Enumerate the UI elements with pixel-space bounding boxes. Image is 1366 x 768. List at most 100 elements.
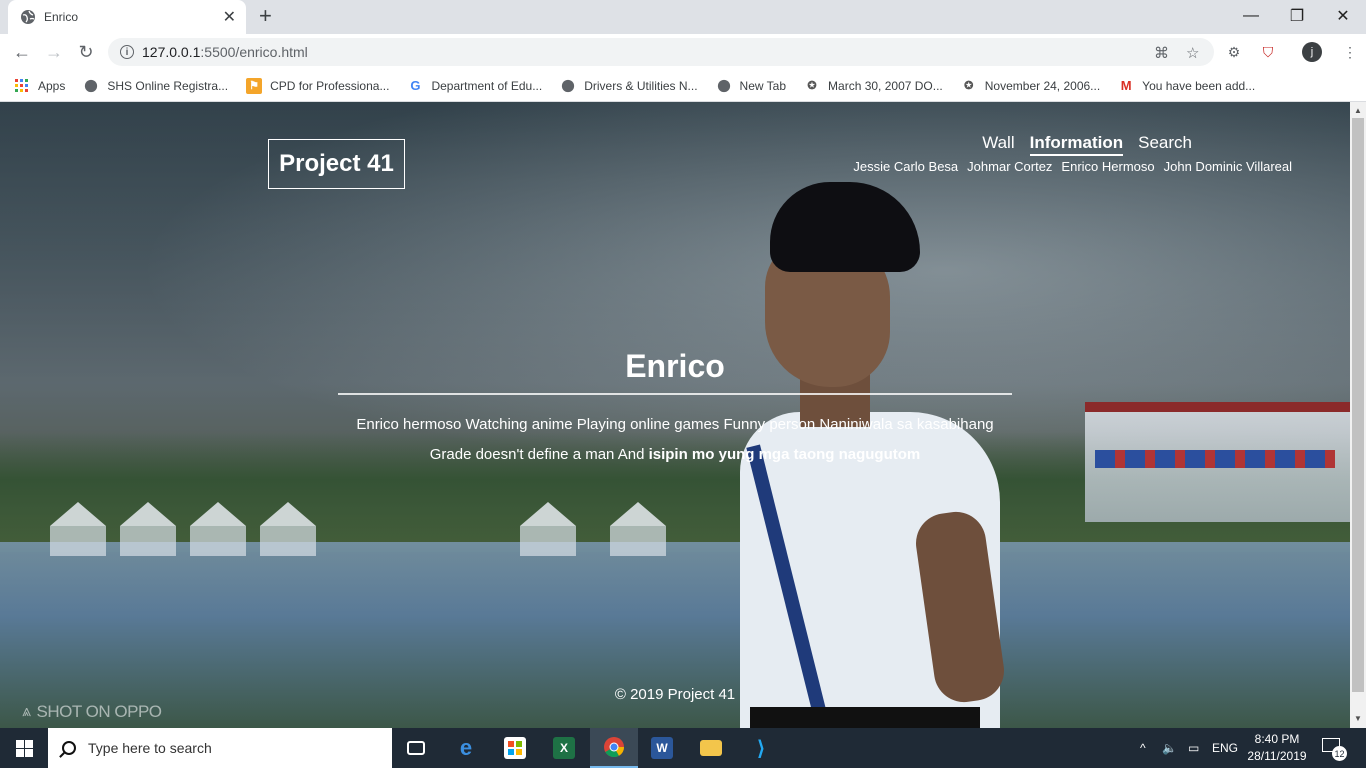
member-link-john[interactable]: John Dominic Villareal <box>1164 159 1292 174</box>
battery-icon[interactable]: ▭ <box>1188 728 1199 768</box>
task-view-icon <box>407 741 425 755</box>
bookmark-label: CPD for Professiona... <box>270 78 390 93</box>
page-footer: © 2019 Project 41 <box>614 686 736 703</box>
vscode-icon: ⟩ <box>757 737 765 760</box>
background-stadium <box>1085 402 1350 522</box>
bookmark-label: Drivers & Utilities N... <box>584 78 698 93</box>
taskbar-excel[interactable]: X <box>540 728 588 768</box>
taskbar-word[interactable]: W <box>638 728 686 768</box>
close-window-icon[interactable]: ✕ <box>1320 0 1366 32</box>
edge-icon: e <box>459 735 473 760</box>
restore-icon[interactable]: ❐ <box>1274 0 1320 32</box>
bookmark-label: Apps <box>38 78 66 93</box>
nav-search[interactable]: Search <box>1138 133 1192 156</box>
cpd-icon: ⚑ <box>246 77 263 94</box>
page-scrollbar[interactable]: ▲ ▼ <box>1350 102 1366 728</box>
background-tents <box>50 502 690 562</box>
watermark-text: SHOT ON OPPO <box>36 702 163 721</box>
extension-shield-icon[interactable]: ⛉ <box>1258 42 1278 62</box>
menu-icon[interactable]: ⋮ <box>1340 42 1360 62</box>
action-center-icon[interactable]: 12 <box>1322 738 1347 761</box>
taskbar-chrome[interactable] <box>590 728 638 768</box>
site-nav: Wall Information Search <box>967 133 1192 156</box>
scroll-up-icon[interactable]: ▲ <box>1354 106 1362 115</box>
speaker-icon[interactable]: 🔈 <box>1162 728 1177 768</box>
input-language[interactable]: ENG <box>1212 728 1238 768</box>
show-hidden-icons[interactable]: ^ <box>1140 728 1146 768</box>
bookmark-label: March 30, 2007 DO... <box>828 78 943 93</box>
minimize-icon[interactable]: — <box>1228 0 1274 32</box>
reload-icon[interactable]: ↻ <box>74 40 98 64</box>
taskbar-file-explorer[interactable] <box>687 728 735 768</box>
bookmark-march[interactable]: ✪ March 30, 2007 DO... <box>804 78 943 94</box>
taskbar-vscode[interactable]: ⟩ <box>737 728 785 768</box>
nav-wall[interactable]: Wall <box>982 133 1014 156</box>
taskbar-edge[interactable]: e <box>442 728 490 768</box>
google-icon: G <box>410 78 421 93</box>
scroll-down-icon[interactable]: ▼ <box>1354 714 1362 723</box>
translate-icon[interactable]: ⌘ <box>1154 44 1169 62</box>
deped-seal-icon: ✪ <box>807 80 817 92</box>
clock-time: 8:40 PM <box>1254 732 1300 746</box>
start-button[interactable] <box>0 728 48 768</box>
taskbar: Type here to search e X W ⟩ ^ 🔈 ▭ ENG 8:… <box>0 728 1366 768</box>
profile-description: Enrico hermoso Watching anime Playing on… <box>338 410 1012 470</box>
bookmark-label: Department of Edu... <box>431 78 543 93</box>
url-text[interactable]: 127.0.0.1:5500/enrico.html <box>142 44 308 60</box>
bookmark-label: New Tab <box>739 78 787 93</box>
notification-count: 12 <box>1332 746 1347 761</box>
globe-icon <box>83 78 99 94</box>
deped-seal-icon: ✪ <box>964 80 974 92</box>
windows-logo-icon <box>15 739 33 757</box>
member-link-jessie[interactable]: Jessie Carlo Besa <box>853 159 958 174</box>
member-nav: Jessie Carlo Besa Johmar Cortez Enrico H… <box>844 159 1292 174</box>
search-placeholder: Type here to search <box>88 740 212 756</box>
word-icon: W <box>651 737 673 759</box>
chrome-icon <box>603 736 625 758</box>
scroll-thumb[interactable] <box>1352 118 1364 692</box>
system-clock[interactable]: 8:40 PM 28/11/2019 <box>1244 731 1310 765</box>
bookmark-shs[interactable]: SHS Online Registra... <box>83 78 228 94</box>
gmail-icon: M <box>1120 78 1132 93</box>
photo-watermark: ⩓ SHOT ON OPPO <box>22 702 162 722</box>
apps-grid-icon <box>14 78 30 94</box>
new-tab-icon[interactable]: + <box>259 5 272 27</box>
nav-information[interactable]: Information <box>1029 133 1124 156</box>
tab-strip: Enrico ✕ + — ❐ ✕ <box>0 0 1366 34</box>
tab-close-icon[interactable]: ✕ <box>223 7 236 27</box>
bookmark-label: November 24, 2006... <box>984 78 1101 93</box>
address-bar[interactable]: i 127.0.0.1:5500/enrico.html ⌘ ☆ <box>108 38 1214 66</box>
bookmark-label: SHS Online Registra... <box>107 78 229 93</box>
back-icon[interactable]: ← <box>10 40 34 64</box>
bookmark-label: You have been add... <box>1142 78 1256 93</box>
extension-icon[interactable]: ⚙ <box>1224 42 1244 62</box>
page-viewport: ⩓ SHOT ON OPPO Project 41 Wall Informati… <box>0 102 1350 728</box>
title-divider <box>338 393 1012 395</box>
bookmark-drivers[interactable]: Drivers & Utilities N... <box>560 78 698 94</box>
member-link-johmar[interactable]: Johmar Cortez <box>967 159 1052 174</box>
excel-icon: X <box>553 737 575 759</box>
globe-icon <box>21 10 35 24</box>
task-view-button[interactable] <box>392 728 440 768</box>
bookmark-gmail[interactable]: M You have been add... <box>1118 78 1255 94</box>
browser-tab[interactable]: Enrico ✕ <box>8 0 246 34</box>
folder-icon <box>700 740 722 756</box>
globe-icon <box>560 78 576 94</box>
bookmark-star-icon[interactable]: ☆ <box>1186 44 1199 62</box>
globe-icon <box>716 78 732 94</box>
forward-icon[interactable]: → <box>42 40 66 64</box>
bookmark-apps[interactable]: Apps <box>14 78 65 94</box>
bookmark-deped[interactable]: G Department of Edu... <box>407 78 542 94</box>
bookmark-newtab[interactable]: New Tab <box>716 78 786 94</box>
profile-avatar[interactable]: j <box>1302 42 1322 62</box>
bookmark-cpd[interactable]: ⚑ CPD for Professiona... <box>246 77 390 94</box>
page-title: Enrico <box>625 348 725 384</box>
bookmark-november[interactable]: ✪ November 24, 2006... <box>961 78 1100 94</box>
member-link-enrico[interactable]: Enrico Hermoso <box>1061 159 1154 174</box>
site-info-icon[interactable]: i <box>120 45 134 59</box>
taskbar-search[interactable]: Type here to search <box>48 728 392 768</box>
site-logo[interactable]: Project 41 <box>268 139 405 189</box>
tab-title: Enrico <box>44 10 79 24</box>
oppo-logo-icon: ⩓ <box>22 703 31 720</box>
taskbar-store[interactable] <box>491 728 539 768</box>
